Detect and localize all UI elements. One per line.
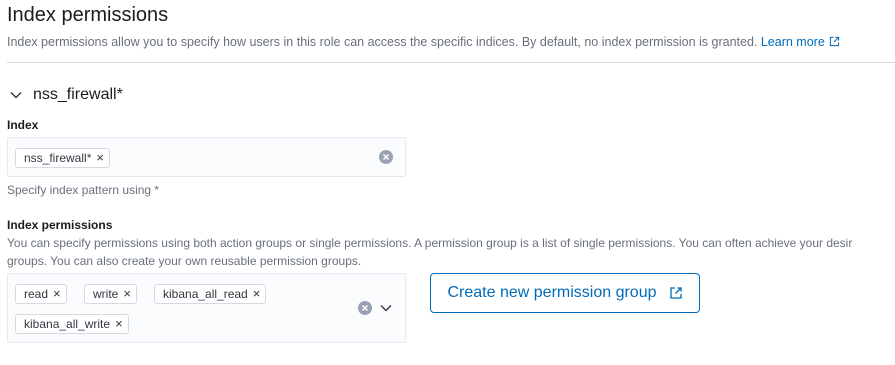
- remove-pill-icon[interactable]: ×: [96, 149, 104, 167]
- clear-icon[interactable]: [358, 301, 372, 315]
- index-help-text: Specify index pattern using *: [7, 183, 160, 197]
- index-permissions-label: Index permissions: [7, 218, 113, 232]
- external-link-icon: [669, 287, 682, 299]
- pill-label: write: [93, 287, 119, 301]
- chevron-down-icon[interactable]: [379, 302, 393, 314]
- permission-pill: kibana_all_write ×: [15, 314, 129, 334]
- remove-pill-icon[interactable]: ×: [253, 285, 261, 303]
- remove-pill-icon[interactable]: ×: [123, 285, 131, 303]
- description-text: Index permissions allow you to specify h…: [7, 35, 761, 49]
- index-pill: nss_firewall* ×: [15, 148, 110, 168]
- external-link-icon: [829, 36, 839, 47]
- remove-pill-icon[interactable]: ×: [115, 315, 123, 333]
- permission-pill: read ×: [15, 284, 67, 304]
- permission-pill: write ×: [84, 284, 137, 304]
- index-combobox[interactable]: nss_firewall* ×: [7, 137, 406, 177]
- create-button-label: Create new permission group: [447, 284, 657, 301]
- remove-pill-icon[interactable]: ×: [53, 285, 61, 303]
- pill-label: nss_firewall*: [24, 151, 92, 165]
- permissions-combobox[interactable]: read × write × kibana_all_read × kibana_…: [7, 273, 406, 343]
- create-permission-group-button[interactable]: Create new permission group: [430, 273, 700, 313]
- accordion-toggle[interactable]: nss_firewall*: [9, 86, 123, 104]
- permissions-help-line-1: You can specify permissions using both a…: [7, 236, 853, 250]
- permission-pill: kibana_all_read ×: [154, 284, 267, 304]
- pill-label: kibana_all_read: [163, 287, 248, 301]
- permissions-help-line-2: groups. You can also create your own reu…: [7, 254, 362, 268]
- section-title: Index permissions: [7, 4, 169, 26]
- pill-label: kibana_all_write: [24, 317, 111, 331]
- accordion-title: nss_firewall*: [33, 86, 123, 103]
- pill-label: read: [24, 287, 49, 301]
- chevron-down-icon: [10, 92, 22, 99]
- clear-icon[interactable]: [379, 150, 393, 164]
- learn-more-label: Learn more: [760, 35, 825, 49]
- section-description: Index permissions allow you to specify h…: [7, 35, 840, 49]
- learn-more-link[interactable]: Learn more: [761, 35, 840, 49]
- index-label: Index: [7, 118, 39, 132]
- section-divider: [7, 62, 895, 63]
